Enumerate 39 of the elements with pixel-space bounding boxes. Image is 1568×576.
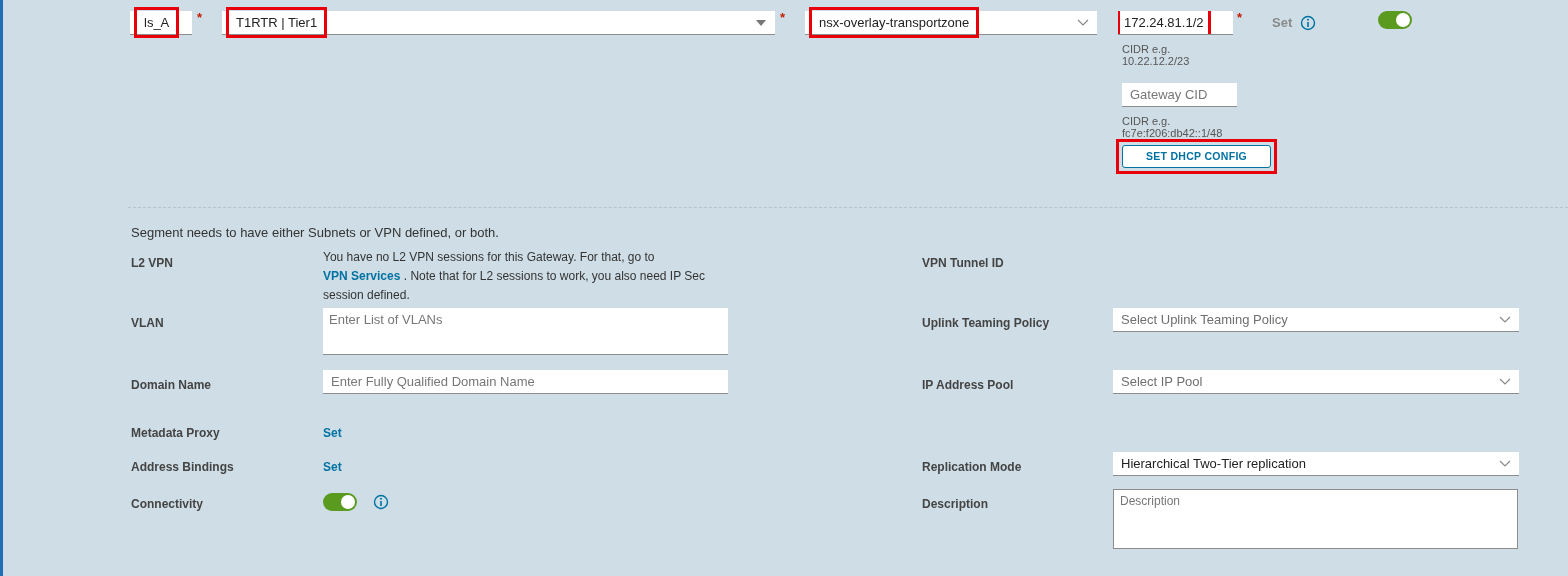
hint-text: CIDR e.g. fc7e:f206:db42::1/48 <box>1122 115 1224 139</box>
field-label: IP Address Pool <box>922 377 1014 394</box>
field-label: VLAN <box>131 315 164 332</box>
chevron-down-icon <box>1077 18 1089 27</box>
chevron-down-icon <box>1499 377 1511 386</box>
field-label: Domain Name <box>131 377 212 394</box>
field-label: L2 VPN <box>131 255 173 272</box>
required-mark: * <box>196 11 204 25</box>
gateway-field[interactable]: Gateway CID <box>1122 83 1237 107</box>
field-label: VPN Tunnel ID <box>922 255 1004 272</box>
required-mark: * <box>779 11 787 25</box>
field-label: Address Bindings <box>131 459 234 476</box>
dropdown[interactable]: Select Uplink Teaming Policy <box>1113 308 1519 332</box>
hint-text: CIDR e.g. 10.22.12.2/23 <box>1122 43 1191 67</box>
field-label: Connectivity <box>131 496 203 513</box>
dropdown[interactable]: Hierarchical Two-Tier replication <box>1113 452 1519 476</box>
chevron-down-icon <box>1499 459 1511 468</box>
set-link[interactable]: Set <box>323 418 342 442</box>
field-label: Metadata Proxy <box>131 425 220 442</box>
field-label: Uplink Teaming Policy <box>922 315 1050 332</box>
required-mark: * <box>1236 11 1243 27</box>
dropdown[interactable]: Select IP Pool <box>1113 370 1519 394</box>
dhcp-config-button[interactable]: SET DHCP CONFIG <box>1122 145 1271 168</box>
domain-field[interactable]: Enter Fully Qualified Domain Name <box>323 370 728 394</box>
description-field[interactable]: Description <box>1113 489 1518 549</box>
info-icon[interactable] <box>1300 14 1317 31</box>
field-label: Replication Mode <box>922 459 1022 476</box>
toggle-switch[interactable] <box>1378 11 1413 29</box>
notice-text: Segment needs to have either Subnets or VPN defined, or both. <box>131 225 499 240</box>
vpn-services-link[interactable]: VPN Services <box>323 269 401 283</box>
subnet-field[interactable]: 172.24.81.1/2 <box>1118 11 1233 35</box>
l2vpn-message: You have no L2 VPN sessions for this Gateway. For that, go to VPN Services . Note that for L2 sessions to work, you also need IP Sec session defined. <box>323 249 706 304</box>
vlan-field[interactable]: Enter List of VLANs <box>323 308 728 355</box>
set-link[interactable]: Set <box>323 452 342 476</box>
info-icon[interactable] <box>373 494 389 510</box>
caret-icon <box>755 18 767 27</box>
toggle-switch[interactable] <box>323 493 357 511</box>
field-label: Description <box>922 496 988 513</box>
chevron-down-icon <box>1499 315 1511 324</box>
